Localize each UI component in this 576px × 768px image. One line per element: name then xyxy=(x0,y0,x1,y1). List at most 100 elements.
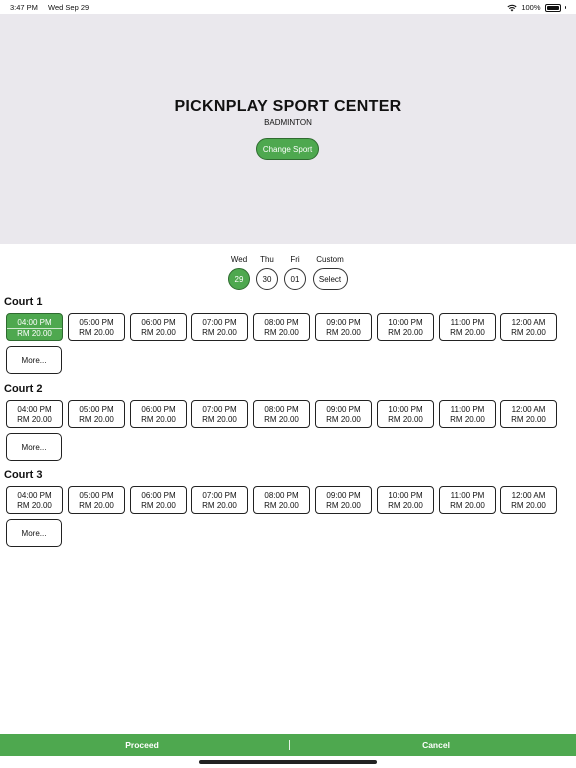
slot-price: RM 20.00 xyxy=(202,328,237,337)
time-slot-button[interactable]: 10:00 PM RM 20.00 xyxy=(377,313,434,341)
time-slot-button[interactable]: 05:00 PM RM 20.00 xyxy=(68,400,125,428)
sport-name: BADMINTON xyxy=(264,118,312,127)
slot-price: RM 20.00 xyxy=(79,415,114,424)
slot-time: 10:00 PM xyxy=(388,405,423,414)
day-label: Custom xyxy=(316,255,344,264)
slot-price: RM 20.00 xyxy=(141,415,176,424)
slot-time: 05:00 PM xyxy=(79,491,114,500)
slot-price: RM 20.00 xyxy=(202,415,237,424)
battery-tip xyxy=(564,6,566,9)
time-slot-button[interactable]: 09:00 PM RM 20.00 xyxy=(315,313,372,341)
time-slot-button[interactable]: 12:00 AM RM 20.00 xyxy=(500,400,557,428)
slot-price: RM 20.00 xyxy=(450,501,485,510)
time-slot-button[interactable]: 04:00 PM RM 20.00 xyxy=(6,486,63,514)
slot-price: RM 20.00 xyxy=(326,501,361,510)
time-slot-button[interactable]: 12:00 AM RM 20.00 xyxy=(500,486,557,514)
action-bar: Proceed Cancel xyxy=(0,734,576,756)
slot-price: RM 20.00 xyxy=(264,415,299,424)
time-slot-button[interactable]: 04:00 PM RM 20.00 xyxy=(6,400,63,428)
slot-price: RM 20.00 xyxy=(17,415,52,424)
battery-icon xyxy=(544,3,561,12)
slot-time: 12:00 AM xyxy=(511,318,546,327)
status-date: Wed Sep 29 xyxy=(48,3,90,12)
time-slot-button[interactable]: 05:00 PM RM 20.00 xyxy=(68,486,125,514)
custom-date-button[interactable]: Select xyxy=(312,268,348,290)
day-label: Fri xyxy=(290,255,300,264)
status-left: 3:47 PM Wed Sep 29 xyxy=(10,3,97,12)
slot-time: 08:00 PM xyxy=(264,405,299,414)
slot-time: 09:00 PM xyxy=(326,491,361,500)
change-sport-button[interactable]: Change Sport xyxy=(256,138,319,160)
slot-price: RM 20.00 xyxy=(511,415,546,424)
day-option: Fri 01 xyxy=(275,255,315,290)
day-option: Custom Select xyxy=(310,255,350,290)
slot-time: 06:00 PM xyxy=(141,491,176,500)
time-slot-button[interactable]: 08:00 PM RM 20.00 xyxy=(253,400,310,428)
slot-time: 08:00 PM xyxy=(264,491,299,500)
day-button[interactable]: 01 xyxy=(284,268,306,290)
footer-separator xyxy=(289,740,290,750)
status-right: 100% xyxy=(507,3,566,12)
more-slots-button[interactable]: More... xyxy=(6,519,62,547)
slot-price: RM 20.00 xyxy=(326,328,361,337)
slot-price: RM 20.00 xyxy=(511,501,546,510)
more-slots-button[interactable]: More... xyxy=(6,433,62,461)
slot-time: 07:00 PM xyxy=(202,405,237,414)
slot-price: RM 20.00 xyxy=(450,328,485,337)
time-slot-button[interactable]: 07:00 PM RM 20.00 xyxy=(191,400,248,428)
slot-time: 08:00 PM xyxy=(264,318,299,327)
slot-price: RM 20.00 xyxy=(17,501,52,510)
time-slot-button[interactable]: 06:00 PM RM 20.00 xyxy=(130,486,187,514)
status-time: 3:47 PM xyxy=(10,3,38,12)
court-title: Court 3 xyxy=(4,469,43,481)
slot-price: RM 20.00 xyxy=(264,501,299,510)
slot-price: RM 20.00 xyxy=(141,328,176,337)
slot-time: 11:00 PM xyxy=(450,491,485,500)
slot-time: 04:00 PM xyxy=(17,491,52,500)
status-bar: 3:47 PM Wed Sep 29 100% xyxy=(0,0,576,14)
time-slot-button[interactable]: 06:00 PM RM 20.00 xyxy=(130,313,187,341)
slot-time: 09:00 PM xyxy=(326,318,361,327)
slot-time: 04:00 PM xyxy=(7,318,62,329)
wifi-icon xyxy=(507,4,517,11)
slot-price: RM 20.00 xyxy=(79,501,114,510)
time-slot-button[interactable]: 08:00 PM RM 20.00 xyxy=(253,313,310,341)
time-slot-button[interactable]: 07:00 PM RM 20.00 xyxy=(191,313,248,341)
slot-price: RM 20.00 xyxy=(388,501,423,510)
time-slot-button[interactable]: 09:00 PM RM 20.00 xyxy=(315,400,372,428)
slot-time: 07:00 PM xyxy=(202,491,237,500)
slot-time: 10:00 PM xyxy=(388,491,423,500)
slot-price: RM 20.00 xyxy=(17,329,52,338)
time-slot-button[interactable]: 06:00 PM RM 20.00 xyxy=(130,400,187,428)
more-slots-button[interactable]: More... xyxy=(6,346,62,374)
slot-price: RM 20.00 xyxy=(79,328,114,337)
venue-header: PICKNPLAY SPORT CENTER BADMINTON Change … xyxy=(0,14,576,244)
time-slot-button[interactable]: 10:00 PM RM 20.00 xyxy=(377,400,434,428)
proceed-button[interactable]: Proceed xyxy=(0,734,288,756)
slot-price: RM 20.00 xyxy=(450,415,485,424)
time-slot-button[interactable]: 08:00 PM RM 20.00 xyxy=(253,486,310,514)
time-slot-button[interactable]: 11:00 PM RM 20.00 xyxy=(439,486,496,514)
time-slot-button[interactable]: 07:00 PM RM 20.00 xyxy=(191,486,248,514)
slot-price: RM 20.00 xyxy=(388,328,423,337)
time-slot-button[interactable]: 05:00 PM RM 20.00 xyxy=(68,313,125,341)
time-slot-button[interactable]: 10:00 PM RM 20.00 xyxy=(377,486,434,514)
slot-price: RM 20.00 xyxy=(326,415,361,424)
slot-price: RM 20.00 xyxy=(202,501,237,510)
slot-time: 10:00 PM xyxy=(388,318,423,327)
slot-time: 09:00 PM xyxy=(326,405,361,414)
time-slot-button[interactable]: 09:00 PM RM 20.00 xyxy=(315,486,372,514)
venue-title: PICKNPLAY SPORT CENTER xyxy=(174,98,402,115)
court-title: Court 1 xyxy=(4,296,43,308)
slot-time: 06:00 PM xyxy=(141,318,176,327)
slot-time: 12:00 AM xyxy=(511,491,546,500)
time-slot-button[interactable]: 11:00 PM RM 20.00 xyxy=(439,313,496,341)
cancel-button[interactable]: Cancel xyxy=(296,734,576,756)
slot-price: RM 20.00 xyxy=(264,328,299,337)
home-indicator xyxy=(199,760,377,764)
court-title: Court 2 xyxy=(4,383,43,395)
time-slot-button[interactable]: 04:00 PM RM 20.00 xyxy=(6,313,63,341)
time-slot-button[interactable]: 11:00 PM RM 20.00 xyxy=(439,400,496,428)
time-slot-button[interactable]: 12:00 AM RM 20.00 xyxy=(500,313,557,341)
slot-time: 11:00 PM xyxy=(450,405,485,414)
